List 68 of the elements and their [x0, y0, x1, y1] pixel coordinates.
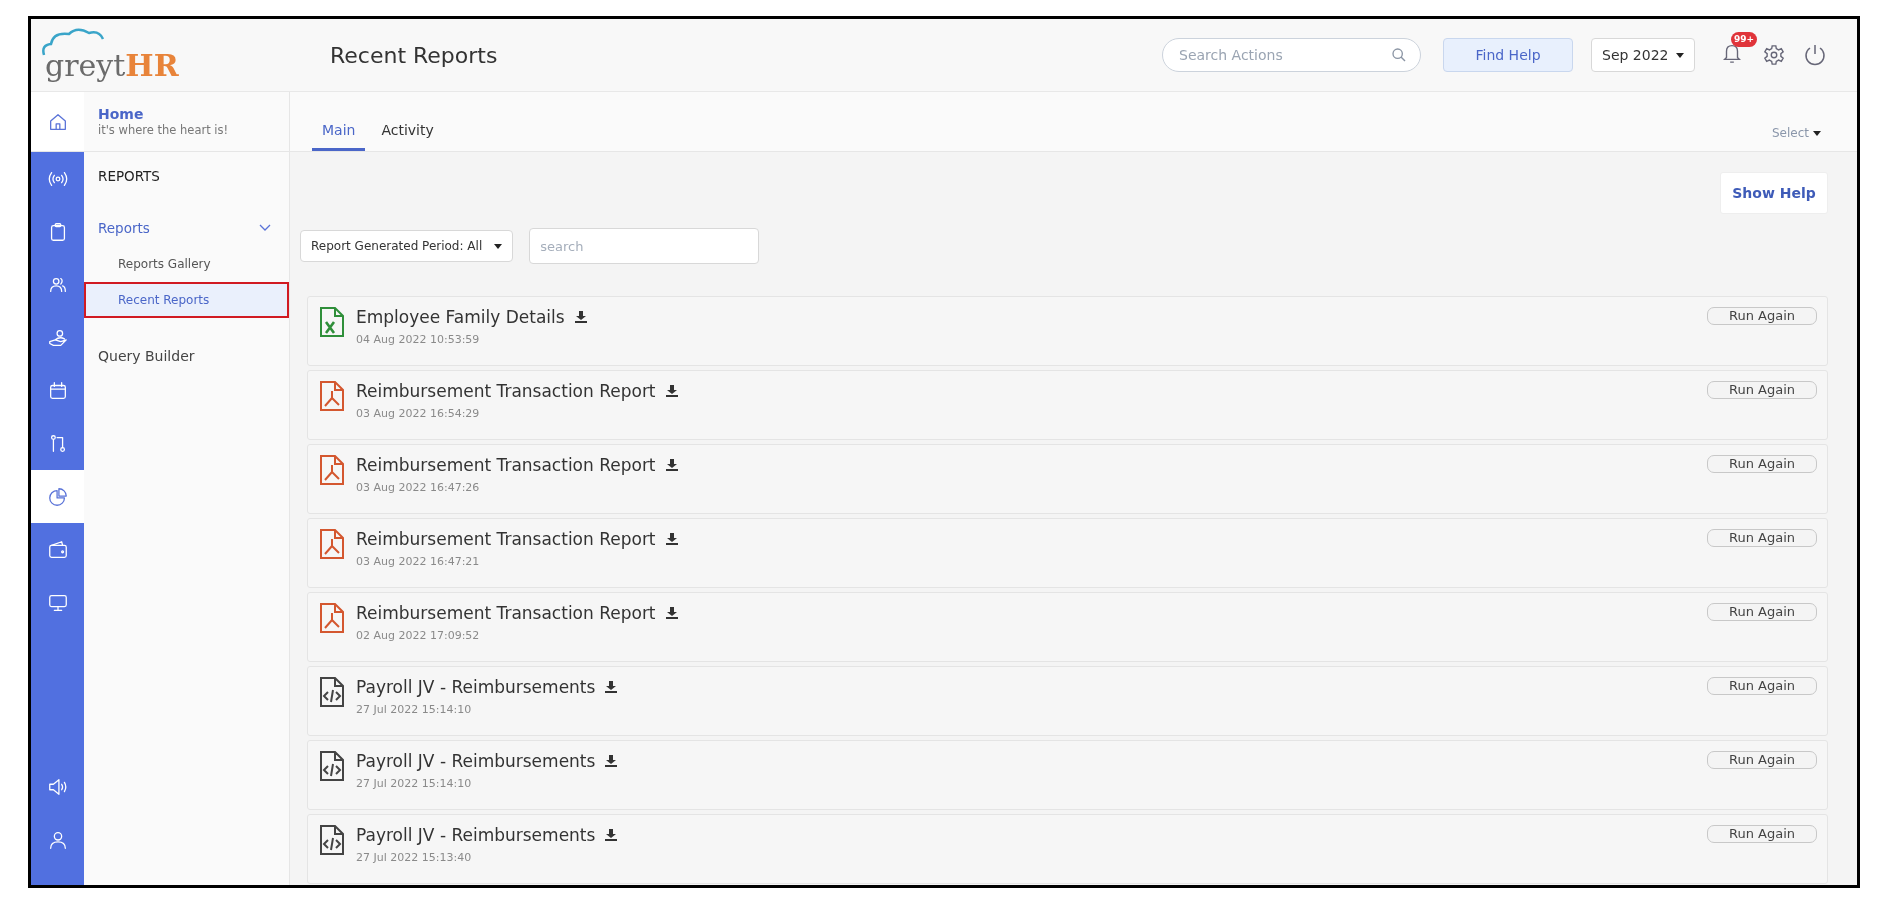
tab[interactable]: Activity: [371, 122, 444, 151]
download-icon[interactable]: [665, 459, 678, 471]
run-again-button[interactable]: Run Again: [1707, 455, 1817, 473]
nav-group[interactable]: Reports: [84, 210, 289, 246]
pdf-file-icon: [320, 455, 344, 485]
search-icon: [1391, 47, 1407, 63]
run-again-button[interactable]: Run Again: [1707, 381, 1817, 399]
month-dropdown[interactable]: Sep 2022: [1591, 38, 1695, 72]
run-again-button[interactable]: Run Again: [1707, 825, 1817, 843]
report-timestamp: 27 Jul 2022 15:14:10: [356, 703, 473, 716]
spreadsheet-file-icon: [320, 307, 344, 337]
code-file-icon: [320, 825, 344, 855]
report-timestamp: 03 Aug 2022 16:54:29: [356, 407, 481, 420]
nav-item[interactable]: Reports Gallery: [84, 246, 289, 282]
download-icon[interactable]: [665, 385, 678, 397]
run-again-button[interactable]: Run Again: [1707, 603, 1817, 621]
report-name[interactable]: Reimbursement Transaction Report: [356, 455, 656, 475]
nav-item[interactable]: Query Builder: [84, 318, 289, 364]
notification-badge: 99+: [1731, 32, 1758, 47]
caret-icon: [494, 243, 503, 249]
report-name[interactable]: Payroll JV - Reimbursements: [356, 825, 596, 845]
report-timestamp: 27 Jul 2022 15:13:40: [356, 851, 473, 864]
show-help-button[interactable]: Show Help: [1720, 172, 1828, 214]
run-again-button[interactable]: Run Again: [1707, 751, 1817, 769]
period-dropdown[interactable]: Report Generated Period: All: [300, 230, 514, 262]
report-timestamp: 04 Aug 2022 10:53:59: [356, 333, 481, 346]
run-again-button[interactable]: Run Again: [1707, 307, 1817, 325]
download-icon[interactable]: [605, 755, 618, 767]
chevron-icon: [259, 224, 271, 232]
report-name[interactable]: Payroll JV - Reimbursements: [356, 677, 596, 697]
report-name[interactable]: Payroll JV - Reimbursements: [356, 751, 596, 771]
report-search-field[interactable]: search: [529, 228, 760, 264]
report-name[interactable]: Employee Family Details: [356, 307, 565, 327]
download-icon[interactable]: [574, 311, 587, 323]
report-timestamp: 27 Jul 2022 15:14:10: [356, 777, 473, 790]
pie-chart-icon: [46, 485, 69, 508]
run-again-button[interactable]: Run Again: [1707, 677, 1817, 695]
greythr-logo: greytHR: [41, 27, 183, 83]
report-name[interactable]: Reimbursement Transaction Report: [356, 529, 656, 549]
code-file-icon: [320, 677, 344, 707]
download-icon[interactable]: [665, 607, 678, 619]
caret-icon: [1676, 52, 1684, 58]
home-link[interactable]: Home: [98, 106, 289, 122]
page-title: Recent Reports: [330, 42, 499, 68]
pdf-file-icon: [320, 529, 344, 559]
nav-group-label: Reports: [98, 220, 150, 236]
report-timestamp: 03 Aug 2022 16:47:21: [356, 555, 481, 568]
nav-item[interactable]: Recent Reports: [84, 282, 289, 318]
pdf-file-icon: [320, 381, 344, 411]
pdf-file-icon: [320, 603, 344, 633]
report-timestamp: 03 Aug 2022 16:47:26: [356, 481, 481, 494]
report-timestamp: 02 Aug 2022 17:09:52: [356, 629, 481, 642]
section-heading: REPORTS: [97, 167, 161, 186]
power-icon[interactable]: [1803, 43, 1827, 67]
settings-icon[interactable]: [1763, 44, 1785, 66]
caret-icon: [1813, 130, 1821, 136]
report-name[interactable]: Reimbursement Transaction Report: [356, 381, 656, 401]
wallet-icon: [46, 538, 69, 561]
run-again-button[interactable]: Run Again: [1707, 529, 1817, 547]
find-help-button[interactable]: Find Help: [1443, 38, 1573, 72]
download-icon[interactable]: [605, 681, 618, 693]
search-actions-field[interactable]: Search Actions: [1162, 38, 1421, 72]
code-file-icon: [320, 751, 344, 781]
home-tagline: it's where the heart is!: [98, 123, 230, 137]
rail-menu-item[interactable]: [31, 470, 84, 523]
download-icon[interactable]: [665, 533, 678, 545]
report-name[interactable]: Reimbursement Transaction Report: [356, 603, 656, 623]
download-icon[interactable]: [605, 829, 618, 841]
